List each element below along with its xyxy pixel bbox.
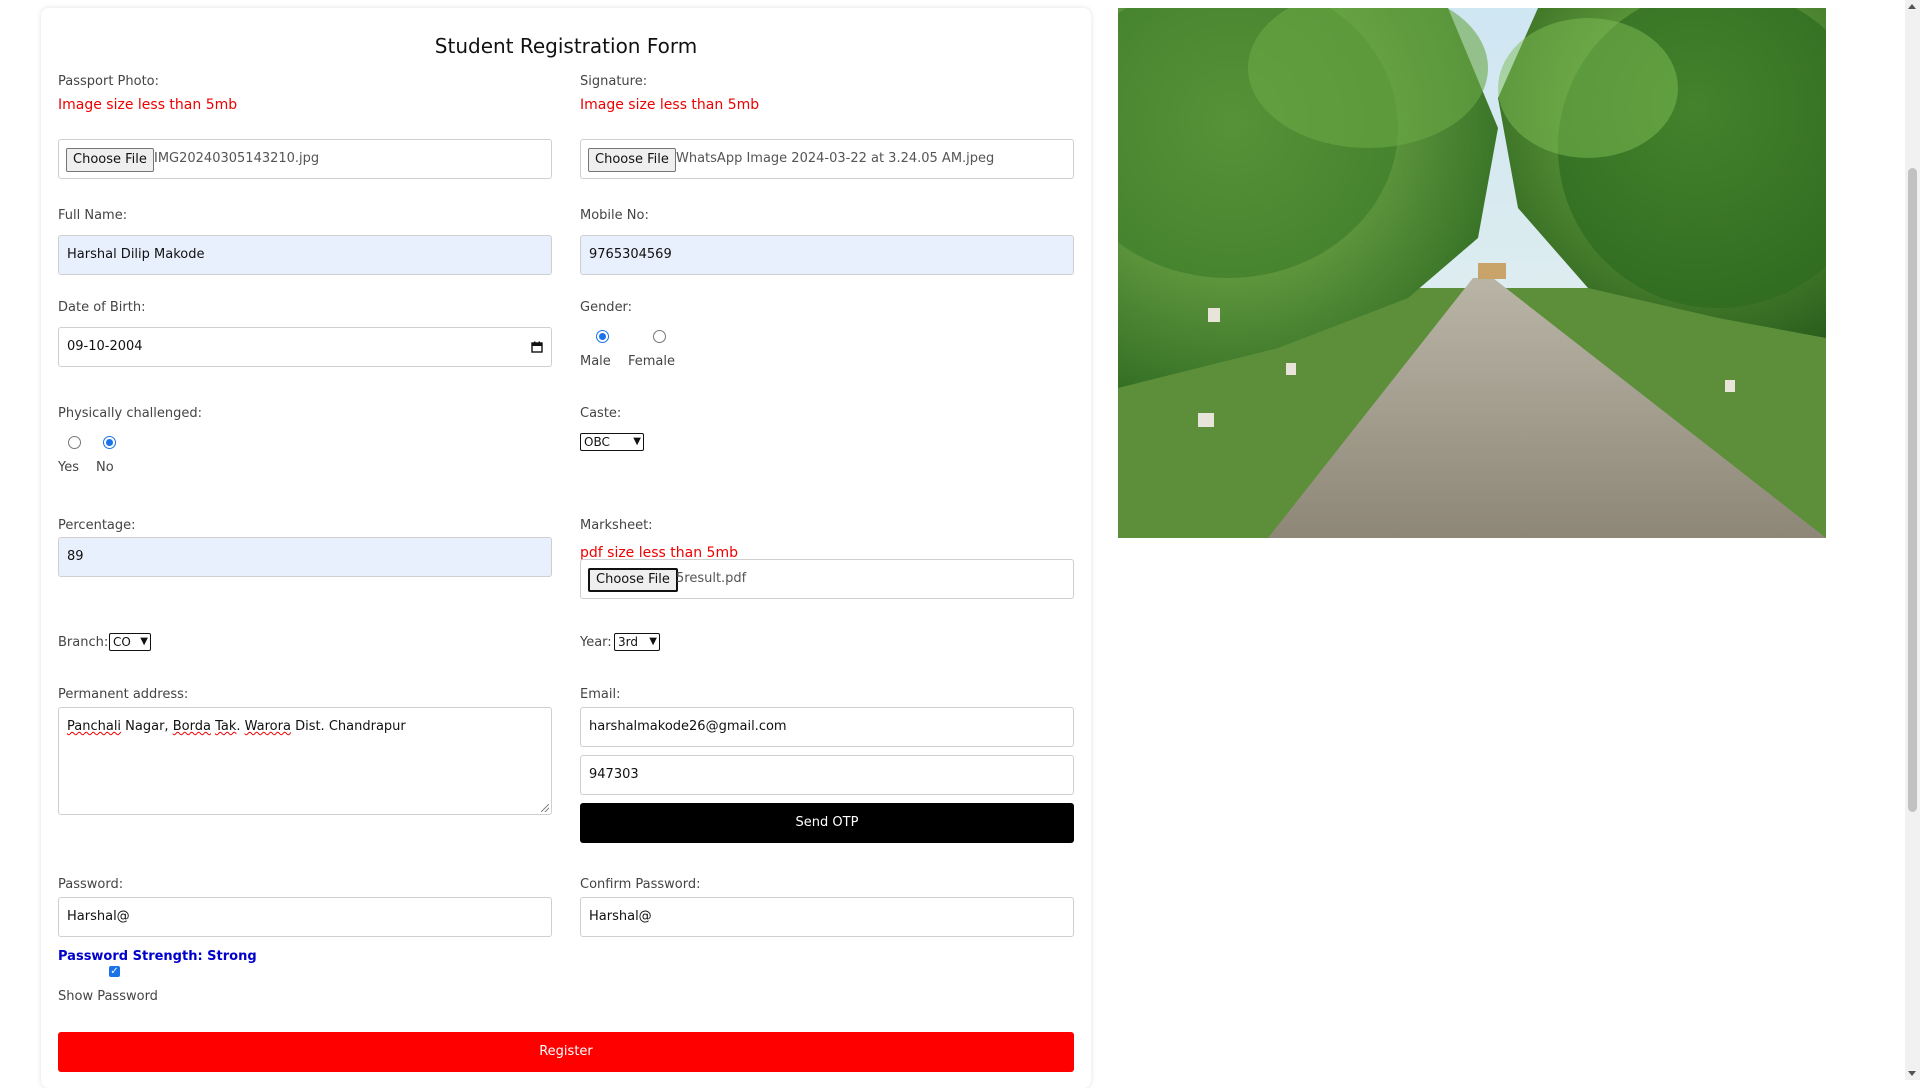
chevron-down-icon: ▼ bbox=[633, 436, 641, 447]
password-input[interactable]: Harshal@ bbox=[58, 897, 552, 937]
mobile-value: 9765304569 bbox=[589, 247, 672, 262]
signature-choose-button[interactable]: Choose File bbox=[588, 148, 676, 172]
caste-label: Caste: bbox=[580, 406, 622, 421]
marksheet-choose-button[interactable]: Choose File bbox=[588, 568, 678, 592]
branch-label: Branch: bbox=[58, 635, 109, 650]
full-name-value: Harshal Dilip Makode bbox=[67, 247, 205, 262]
chevron-down-icon: ▼ bbox=[140, 636, 148, 647]
percentage-label: Percentage: bbox=[58, 518, 136, 533]
campus-road-photo bbox=[1118, 8, 1826, 538]
passport-photo-filename: IMG20240305143210.jpg bbox=[154, 151, 320, 166]
full-name-input[interactable]: Harshal Dilip Makode bbox=[58, 235, 552, 275]
caste-select[interactable]: OBC ▼ bbox=[580, 433, 644, 451]
send-otp-button[interactable]: Send OTP bbox=[580, 803, 1074, 843]
mobile-label: Mobile No: bbox=[580, 208, 649, 223]
passport-photo-label: Passport Photo: bbox=[58, 74, 160, 89]
registration-form-card: Student Registration Form Passport Photo… bbox=[41, 8, 1091, 1088]
show-password-checkbox[interactable]: ✓ bbox=[109, 966, 120, 977]
gender-female-radio[interactable] bbox=[653, 330, 666, 343]
physically-challenged-no-label: No bbox=[96, 460, 114, 475]
marksheet-label: Marksheet: bbox=[580, 518, 653, 533]
signature-hint: Image size less than 5mb bbox=[580, 97, 760, 113]
marksheet-filename: 5result.pdf bbox=[676, 571, 747, 586]
passport-photo-input[interactable]: Choose File IMG20240305143210.jpg bbox=[58, 139, 552, 179]
otp-input[interactable]: 947303 bbox=[580, 755, 1074, 795]
password-strength-text: Password Strength: Strong bbox=[58, 949, 257, 964]
page-scrollbar[interactable] bbox=[1905, 0, 1920, 1080]
full-name-label: Full Name: bbox=[58, 208, 128, 223]
physically-challenged-no-radio[interactable] bbox=[103, 436, 116, 449]
confirm-password-input[interactable]: Harshal@ bbox=[580, 897, 1074, 937]
chevron-down-icon: ▼ bbox=[649, 636, 657, 647]
passport-photo-choose-button[interactable]: Choose File bbox=[66, 148, 154, 172]
email-value: harshalmakode26@gmail.com bbox=[589, 719, 787, 734]
dob-label: Date of Birth: bbox=[58, 300, 146, 315]
address-label: Permanent address: bbox=[58, 687, 189, 702]
confirm-password-label: Confirm Password: bbox=[580, 877, 701, 892]
email-input[interactable]: harshalmakode26@gmail.com bbox=[580, 707, 1074, 747]
marksheet-input[interactable]: Choose File 5result.pdf bbox=[580, 559, 1074, 599]
gender-male-label: Male bbox=[580, 354, 611, 369]
physically-challenged-yes-radio[interactable] bbox=[68, 436, 81, 449]
year-label: Year: bbox=[580, 635, 612, 650]
show-password-label: Show Password bbox=[58, 989, 158, 1004]
address-value: Panchali Nagar, Borda Tak. Warora Dist. … bbox=[67, 719, 406, 734]
signature-filename: WhatsApp Image 2024-03-22 at 3.24.05 AM.… bbox=[676, 151, 995, 166]
branch-select[interactable]: CO ▼ bbox=[109, 633, 151, 651]
caste-selected: OBC bbox=[584, 435, 610, 449]
register-button[interactable]: Register bbox=[58, 1032, 1074, 1072]
scroll-up-icon[interactable] bbox=[1908, 4, 1916, 9]
percentage-input[interactable]: 89 bbox=[58, 537, 552, 577]
form-title: Student Registration Form bbox=[434, 34, 698, 58]
confirm-password-value: Harshal@ bbox=[589, 909, 652, 924]
physically-challenged-yes-label: Yes bbox=[58, 460, 79, 475]
password-label: Password: bbox=[58, 877, 124, 892]
otp-value: 947303 bbox=[589, 767, 639, 782]
scrollbar-thumb[interactable] bbox=[1908, 168, 1917, 812]
address-textarea[interactable]: Panchali Nagar, Borda Tak. Warora Dist. … bbox=[58, 707, 552, 815]
resize-handle-icon[interactable] bbox=[541, 804, 549, 812]
passport-photo-hint: Image size less than 5mb bbox=[58, 97, 238, 113]
physically-challenged-label: Physically challenged: bbox=[58, 406, 203, 421]
gender-male-radio[interactable] bbox=[596, 330, 609, 343]
gender-label: Gender: bbox=[580, 300, 633, 315]
dob-value: 09-10-2004 bbox=[67, 339, 143, 354]
calendar-icon[interactable] bbox=[531, 341, 543, 353]
email-label: Email: bbox=[580, 687, 621, 702]
dob-input[interactable]: 09-10-2004 bbox=[58, 327, 552, 367]
year-select[interactable]: 3rd ▼ bbox=[614, 633, 660, 651]
password-value: Harshal@ bbox=[67, 909, 130, 924]
gender-female-label: Female bbox=[628, 354, 676, 369]
signature-input[interactable]: Choose File WhatsApp Image 2024-03-22 at… bbox=[580, 139, 1074, 179]
percentage-value: 89 bbox=[67, 549, 84, 564]
mobile-input[interactable]: 9765304569 bbox=[580, 235, 1074, 275]
scroll-down-icon[interactable] bbox=[1908, 1071, 1916, 1076]
signature-label: Signature: bbox=[580, 74, 648, 89]
year-selected: 3rd bbox=[618, 635, 638, 649]
branch-selected: CO bbox=[113, 635, 131, 649]
